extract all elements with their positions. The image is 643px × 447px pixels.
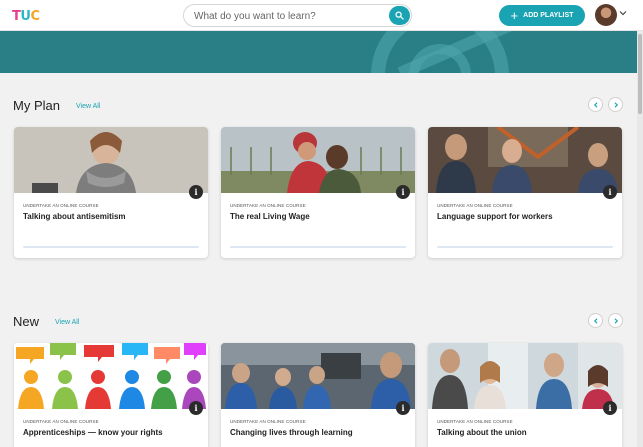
course-image — [221, 127, 415, 193]
course-card[interactable]: i UNDERTAKE AN ONLINE COURSE Apprentices… — [14, 343, 208, 447]
section-title-my-plan: My Plan — [13, 98, 60, 113]
course-image — [428, 127, 622, 193]
course-type-label: UNDERTAKE AN ONLINE COURSE — [437, 419, 513, 424]
info-icon[interactable]: i — [396, 185, 410, 199]
course-card[interactable]: i UNDERTAKE AN ONLINE COURSE Talking abo… — [14, 127, 208, 258]
course-title: The real Living Wage — [230, 212, 310, 221]
chevron-right-icon — [614, 101, 618, 108]
course-title: Changing lives through learning — [230, 428, 353, 437]
course-type-label: UNDERTAKE AN ONLINE COURSE — [230, 203, 306, 208]
add-playlist-button[interactable]: + ADD PLAYLIST — [499, 5, 585, 26]
tuc-logo[interactable]: TUC — [12, 9, 40, 24]
search-input[interactable] — [194, 8, 384, 24]
top-bar: TUC + ADD PLAYLIST — [0, 0, 643, 31]
new-prev-button[interactable] — [588, 313, 603, 328]
info-icon[interactable]: i — [396, 401, 410, 415]
logo-letter-u: U — [20, 9, 31, 24]
add-playlist-label: ADD PLAYLIST — [523, 12, 574, 19]
course-title: Language support for workers — [437, 212, 553, 221]
info-icon[interactable]: i — [189, 401, 203, 415]
view-all-my-plan-link[interactable]: View All — [76, 103, 100, 110]
course-image — [14, 343, 208, 409]
chevron-left-icon — [593, 317, 597, 324]
my-plan-next-button[interactable] — [608, 97, 623, 112]
view-all-new-link[interactable]: View All — [55, 319, 79, 326]
chevron-right-icon — [614, 317, 618, 324]
search-icon — [395, 11, 404, 20]
course-progress-bar — [23, 246, 199, 248]
course-type-label: UNDERTAKE AN ONLINE COURSE — [437, 203, 513, 208]
course-card[interactable]: i UNDERTAKE AN ONLINE COURSE Changing li… — [221, 343, 415, 447]
info-icon[interactable]: i — [189, 185, 203, 199]
course-title: Talking about the union — [437, 428, 527, 437]
course-image — [428, 343, 622, 409]
info-icon[interactable]: i — [603, 401, 617, 415]
info-icon[interactable]: i — [603, 185, 617, 199]
logo-letter-c: C — [30, 9, 40, 24]
course-image — [221, 343, 415, 409]
course-type-label: UNDERTAKE AN ONLINE COURSE — [23, 419, 99, 424]
my-plan-prev-button[interactable] — [588, 97, 603, 112]
section-title-new: New — [13, 314, 40, 329]
course-type-label: UNDERTAKE AN ONLINE COURSE — [23, 203, 99, 208]
new-next-button[interactable] — [608, 313, 623, 328]
course-title: Apprenticeships — know your rights — [23, 428, 163, 437]
scrollbar-thumb[interactable] — [638, 34, 642, 114]
search-bar — [183, 4, 412, 27]
course-title: Talking about antisemitism — [23, 212, 126, 221]
hero-banner — [0, 31, 643, 73]
course-type-label: UNDERTAKE AN ONLINE COURSE — [230, 419, 306, 424]
chevron-left-icon — [593, 101, 597, 108]
course-image — [14, 127, 208, 193]
course-card[interactable]: i UNDERTAKE AN ONLINE COURSE Language su… — [428, 127, 622, 258]
course-card[interactable]: i UNDERTAKE AN ONLINE COURSE Talking abo… — [428, 343, 622, 447]
course-progress-bar — [230, 246, 406, 248]
course-progress-bar — [437, 246, 613, 248]
search-button[interactable] — [389, 6, 410, 25]
avatar[interactable] — [595, 4, 617, 26]
hero-decoration — [371, 31, 513, 73]
plus-icon: + — [510, 7, 519, 23]
course-card[interactable]: i UNDERTAKE AN ONLINE COURSE The real Li… — [221, 127, 415, 258]
chevron-down-icon[interactable] — [619, 9, 627, 17]
